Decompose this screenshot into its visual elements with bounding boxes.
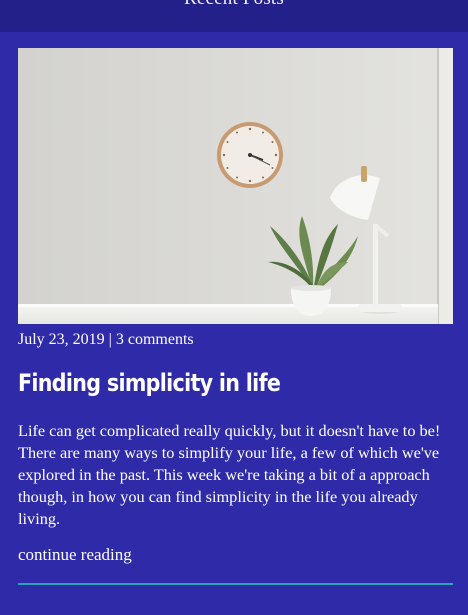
desk-photo	[18, 48, 453, 324]
post-divider	[18, 583, 453, 585]
post-title[interactable]: Finding simplicity in life	[18, 369, 281, 397]
clock-icon	[217, 122, 283, 188]
header-bar: Recent Posts	[0, 0, 468, 32]
post-date: July 23, 2019	[18, 331, 105, 348]
post-meta: July 23, 2019 | 3 comments	[18, 331, 194, 349]
post-image[interactable]	[18, 48, 453, 324]
comments-link[interactable]: 3 comments	[116, 331, 194, 348]
meta-separator: |	[108, 331, 112, 348]
post-excerpt: Life can get complicated really quickly,…	[18, 421, 441, 528]
continue-reading-link[interactable]: continue reading	[18, 545, 132, 565]
section-title: Recent Posts	[0, 0, 468, 10]
